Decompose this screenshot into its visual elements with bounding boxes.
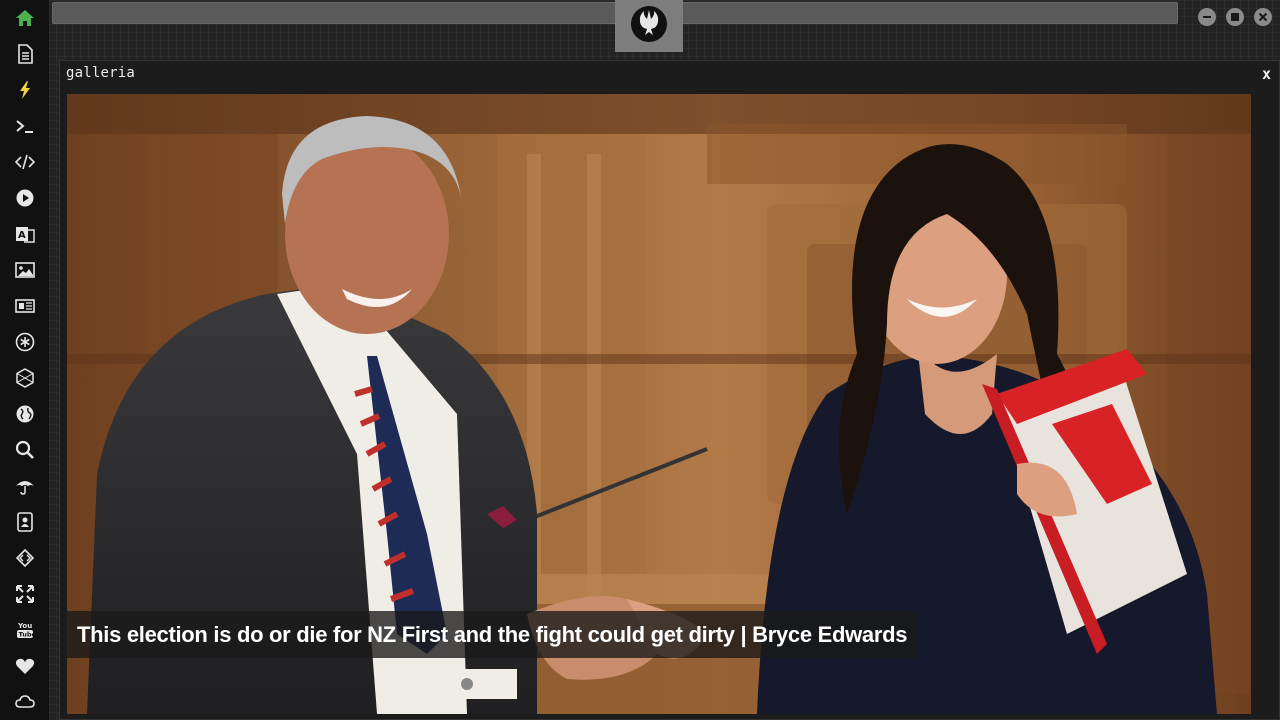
- maximize-button[interactable]: [1226, 8, 1244, 26]
- diamond-code-icon[interactable]: [13, 546, 37, 570]
- window-close-button[interactable]: x: [1262, 65, 1271, 83]
- galleria-window: galleria x This election is do or die fo…: [59, 60, 1280, 720]
- window-title: galleria: [66, 65, 136, 81]
- newspaper-icon[interactable]: [13, 294, 37, 318]
- svg-text:You: You: [17, 622, 32, 630]
- asterisk-icon[interactable]: [13, 330, 37, 354]
- close-window-button[interactable]: [1254, 8, 1272, 26]
- contact-card-icon[interactable]: [13, 510, 37, 534]
- svg-text:A: A: [18, 230, 26, 241]
- document-icon[interactable]: [13, 42, 37, 66]
- code-icon[interactable]: [13, 150, 37, 174]
- image-icon[interactable]: [13, 258, 37, 282]
- logo-tab[interactable]: [615, 0, 683, 52]
- cloud-icon[interactable]: [13, 690, 37, 714]
- rebel-alliance-icon: [630, 5, 668, 48]
- translate-icon[interactable]: A: [13, 222, 37, 246]
- minimize-icon: [1203, 16, 1211, 18]
- close-icon: [1258, 12, 1268, 22]
- expand-icon[interactable]: [13, 582, 37, 606]
- lightning-icon[interactable]: [13, 78, 37, 102]
- image-caption: This election is do or die for NZ First …: [67, 611, 918, 658]
- globe-icon[interactable]: [13, 402, 37, 426]
- umbrella-icon[interactable]: [13, 474, 37, 498]
- minimize-button[interactable]: [1198, 8, 1216, 26]
- hexagon-icon[interactable]: [13, 366, 37, 390]
- terminal-icon[interactable]: [13, 114, 37, 138]
- youtube-icon[interactable]: You Tube: [13, 618, 37, 642]
- sidebar: A You Tube: [0, 0, 50, 720]
- heart-icon[interactable]: [13, 654, 37, 678]
- svg-text:Tube: Tube: [19, 631, 36, 639]
- play-icon[interactable]: [13, 186, 37, 210]
- maximize-icon: [1231, 13, 1239, 21]
- home-icon[interactable]: [13, 6, 37, 30]
- search-icon[interactable]: [13, 438, 37, 462]
